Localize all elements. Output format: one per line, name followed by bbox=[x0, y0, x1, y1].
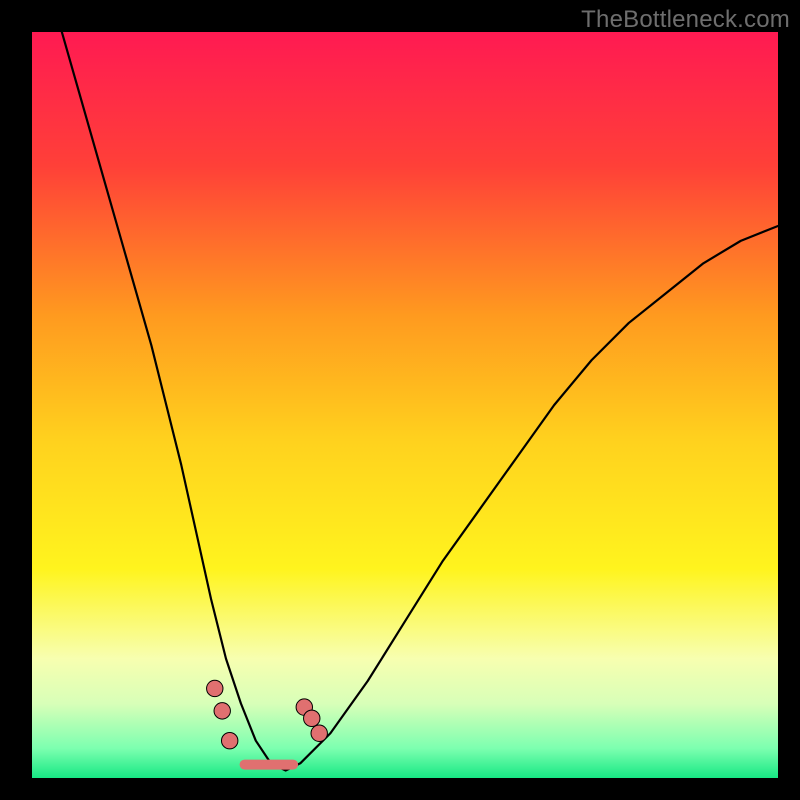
chart-frame: TheBottleneck.com bbox=[0, 0, 800, 800]
data-marker bbox=[311, 725, 327, 741]
watermark-text: TheBottleneck.com bbox=[581, 6, 790, 34]
data-marker bbox=[221, 732, 237, 748]
data-marker bbox=[214, 703, 230, 719]
curve-layer bbox=[32, 32, 778, 778]
data-marker bbox=[207, 680, 223, 696]
data-markers bbox=[207, 680, 328, 749]
bottleneck-curve bbox=[62, 32, 778, 771]
plot-area bbox=[32, 32, 778, 778]
data-marker bbox=[304, 710, 320, 726]
